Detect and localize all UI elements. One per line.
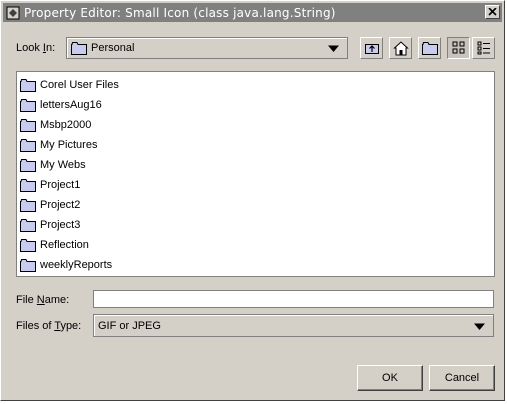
look-in-value: Personal (91, 42, 135, 54)
files-of-type-combo[interactable]: GIF or JPEG (93, 314, 494, 337)
chevron-down-icon (474, 323, 485, 330)
files-of-type-value: GIF or JPEG (98, 319, 161, 332)
look-in-label: Look In: (16, 42, 56, 54)
folder-icon (20, 158, 36, 172)
list-item[interactable]: Corel User Files (20, 76, 119, 94)
list-item-label: Project1 (40, 179, 81, 191)
new-folder-icon (421, 41, 438, 55)
list-item[interactable]: My Pictures (20, 136, 97, 154)
list-item[interactable]: weeklyReports (20, 256, 112, 274)
list-item[interactable]: Project1 (20, 176, 80, 194)
folder-icon (20, 78, 36, 92)
close-icon (488, 8, 497, 16)
details-view-icon (477, 41, 490, 55)
list-item-label: My Webs (40, 159, 86, 171)
file-list[interactable]: Corel User Files lettersAug16 Msbp2000 M… (16, 71, 495, 277)
list-item[interactable]: Reflection (20, 236, 89, 254)
list-item[interactable]: Project2 (20, 196, 80, 214)
folder-icon (20, 258, 36, 272)
home-icon (392, 40, 409, 55)
list-item[interactable]: Project3 (20, 216, 80, 234)
list-item-label: Msbp2000 (40, 119, 92, 131)
list-item-label: Project2 (40, 199, 81, 211)
list-item[interactable]: My Webs (20, 156, 86, 174)
folder-icon (20, 198, 36, 212)
list-item-label: Reflection (40, 239, 89, 251)
cancel-button[interactable]: Cancel (429, 365, 495, 391)
new-folder-button[interactable] (418, 37, 441, 59)
list-view-icon (452, 41, 464, 54)
files-of-type-label: Files of Type: (16, 320, 82, 332)
app-icon (6, 6, 20, 20)
folder-icon (20, 138, 36, 152)
folder-icon (20, 98, 36, 112)
folder-icon (20, 238, 36, 252)
close-button[interactable] (485, 5, 500, 19)
up-one-level-button[interactable] (360, 37, 383, 59)
list-item-label: weeklyReports (40, 259, 113, 271)
list-view-button[interactable] (447, 37, 470, 59)
list-item-label: Project3 (40, 219, 81, 231)
details-view-button[interactable] (472, 37, 495, 59)
ok-button[interactable]: OK (357, 365, 423, 391)
folder-icon (20, 118, 36, 132)
folder-icon (20, 218, 36, 232)
title-bar[interactable]: Property Editor: Small Icon (class java.… (3, 3, 502, 22)
home-button[interactable] (389, 37, 412, 59)
window-title: Property Editor: Small Icon (class java.… (24, 5, 336, 20)
file-name-label: File Name: (16, 294, 70, 306)
list-item[interactable]: lettersAug16 (20, 96, 102, 114)
look-in-combo[interactable]: Personal (66, 37, 348, 59)
folder-icon (20, 178, 36, 192)
chevron-down-icon (328, 45, 339, 53)
property-editor-dialog: Property Editor: Small Icon (class java.… (0, 0, 505, 401)
file-name-input[interactable] (93, 290, 494, 308)
folder-icon (71, 41, 87, 55)
list-item-label: My Pictures (40, 139, 98, 151)
up-one-level-icon (364, 44, 379, 54)
list-item[interactable]: Msbp2000 (20, 116, 91, 134)
list-item-label: Corel User Files (40, 79, 119, 91)
list-item-label: lettersAug16 (40, 99, 102, 111)
